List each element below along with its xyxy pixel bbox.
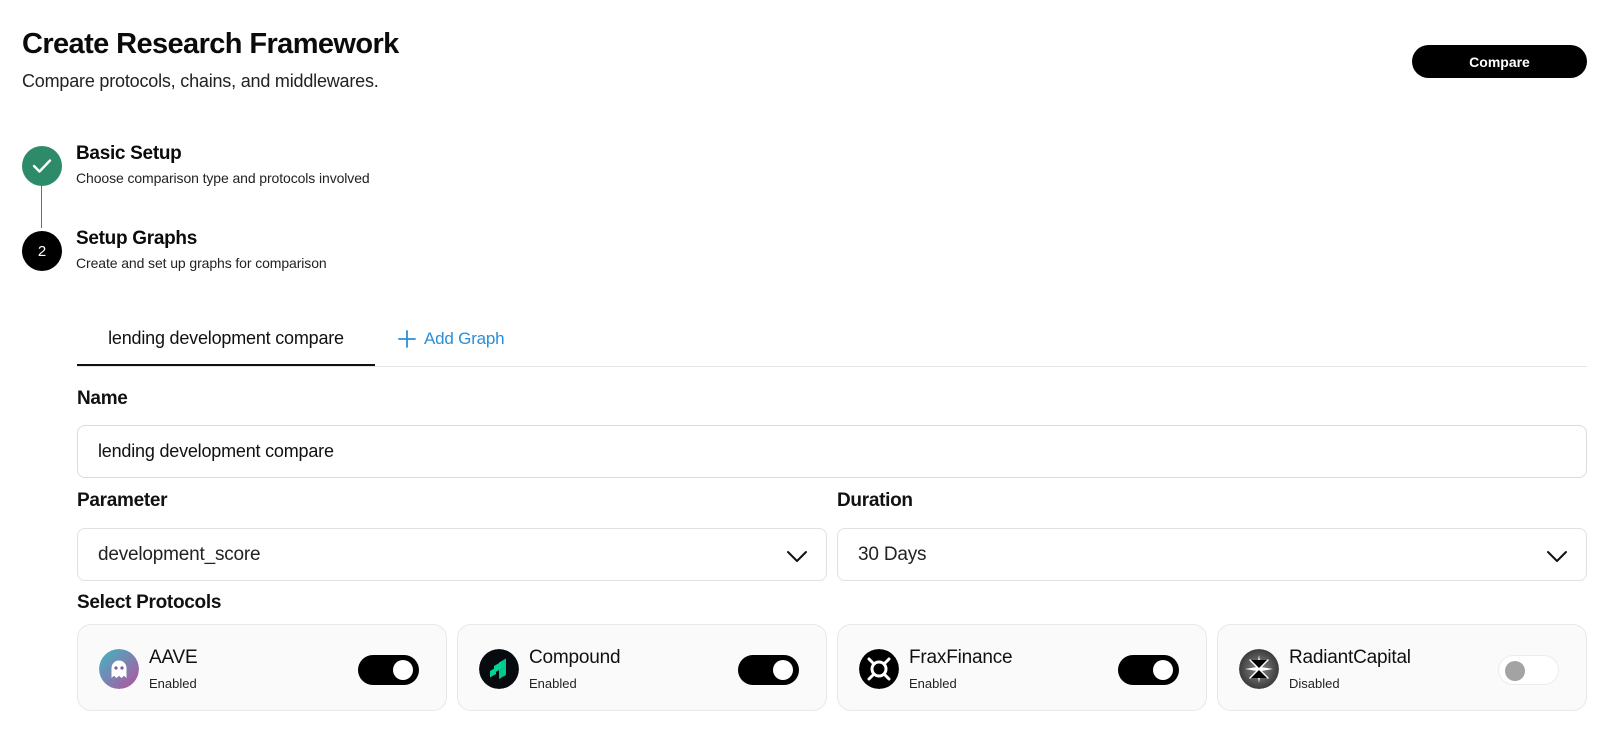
protocol-status: Enabled xyxy=(149,676,197,691)
page-subtitle: Compare protocols, chains, and middlewar… xyxy=(22,71,379,91)
step-2-indicator: 2 xyxy=(22,231,62,271)
name-label: Name xyxy=(77,388,128,409)
step-1-description: Choose comparison type and protocols inv… xyxy=(76,170,370,186)
name-input[interactable] xyxy=(77,425,1587,478)
protocol-name: AAVE xyxy=(149,647,198,668)
protocol-name: Compound xyxy=(529,647,621,668)
tab-graph-lending-development-compare[interactable]: lending development compare xyxy=(77,312,375,366)
protocol-toggle-aave[interactable] xyxy=(358,655,419,685)
step-2-number: 2 xyxy=(37,242,47,260)
protocol-card-fraxfinance: FraxFinance Enabled xyxy=(837,624,1207,711)
radiant-logo-icon xyxy=(1239,649,1279,689)
chevron-down-icon xyxy=(787,551,807,562)
compare-button[interactable]: Compare xyxy=(1412,45,1587,78)
page-title: Create Research Framework xyxy=(22,28,399,60)
chevron-down-icon xyxy=(1547,551,1567,562)
toggle-knob xyxy=(1505,661,1525,681)
duration-select[interactable]: 30 Days xyxy=(837,528,1587,581)
checkmark-icon xyxy=(32,159,52,173)
protocol-status: Enabled xyxy=(529,676,577,691)
add-graph-label: Add Graph xyxy=(424,329,505,348)
protocol-name: FraxFinance xyxy=(909,647,1013,668)
step-1-title: Basic Setup xyxy=(76,143,182,164)
add-graph-button[interactable]: Add Graph xyxy=(398,329,505,349)
protocol-card-compound: Compound Enabled xyxy=(457,624,827,711)
stepper-connector xyxy=(41,184,42,228)
aave-logo-icon xyxy=(99,649,139,689)
protocol-card-radiantcapital: RadiantCapital Disabled xyxy=(1217,624,1587,711)
protocol-name: RadiantCapital xyxy=(1289,647,1411,668)
duration-label: Duration xyxy=(837,490,913,511)
step-1-indicator xyxy=(22,146,62,186)
step-2-description: Create and set up graphs for comparison xyxy=(76,255,327,271)
plus-icon xyxy=(398,330,416,348)
parameter-select[interactable]: development_score xyxy=(77,528,827,581)
step-2-title: Setup Graphs xyxy=(76,228,197,249)
protocol-status: Enabled xyxy=(909,676,957,691)
parameter-selected-value: development_score xyxy=(98,543,261,565)
toggle-knob xyxy=(773,660,793,680)
protocol-status: Disabled xyxy=(1289,676,1340,691)
toggle-knob xyxy=(1153,660,1173,680)
protocol-toggle-compound[interactable] xyxy=(738,655,799,685)
protocol-toggle-fraxfinance[interactable] xyxy=(1118,655,1179,685)
protocol-card-aave: AAVE Enabled xyxy=(77,624,447,711)
graph-tabs: lending development compare Add Graph xyxy=(77,312,1587,367)
select-protocols-label: Select Protocols xyxy=(77,592,222,613)
parameter-label: Parameter xyxy=(77,490,168,511)
toggle-knob xyxy=(393,660,413,680)
protocol-toggle-radiantcapital[interactable] xyxy=(1498,655,1559,685)
frax-logo-icon xyxy=(859,649,899,689)
compound-logo-icon xyxy=(479,649,519,689)
duration-selected-value: 30 Days xyxy=(858,543,927,565)
